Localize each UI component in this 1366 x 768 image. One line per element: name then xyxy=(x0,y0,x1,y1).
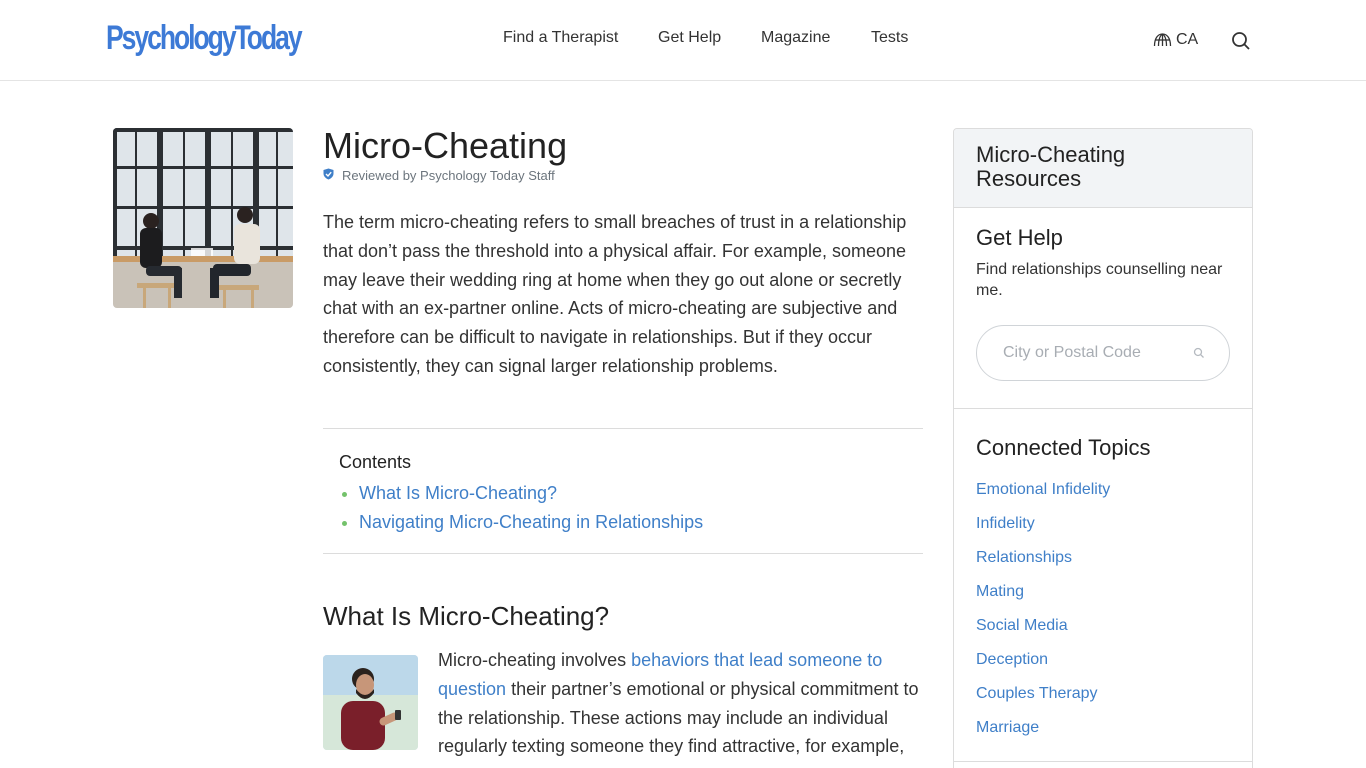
sidebar-header: Micro-Cheating Resources xyxy=(954,129,1252,208)
topic-link[interactable]: Infidelity xyxy=(976,507,1110,541)
contents-item-what-is[interactable]: What Is Micro-Cheating? xyxy=(339,479,703,508)
reviewed-by: Reviewed by Psychology Today Staff xyxy=(323,168,555,184)
sidebar-divider xyxy=(954,761,1252,762)
section-image xyxy=(323,655,418,750)
site-header: PsychologyToday Find a Therapist Get Hel… xyxy=(0,0,1366,81)
globe-icon xyxy=(1153,32,1172,48)
topic-link[interactable]: Relationships xyxy=(976,541,1110,575)
topic-link[interactable]: Couples Therapy xyxy=(976,677,1110,711)
location-search-input[interactable] xyxy=(1003,326,1193,380)
connected-topics-list: Emotional Infidelity Infidelity Relation… xyxy=(976,473,1110,745)
get-help-title: Get Help xyxy=(976,225,1063,250)
region-label: CA xyxy=(1176,31,1199,48)
sidebar-divider xyxy=(954,408,1252,409)
nav-tests[interactable]: Tests xyxy=(871,28,908,48)
nav-magazine[interactable]: Magazine xyxy=(761,28,830,48)
location-search-box xyxy=(976,325,1230,381)
page-title: Micro-Cheating xyxy=(323,125,568,166)
section-text-after: their partner’s emotional or physical co… xyxy=(438,678,919,757)
topic-link[interactable]: Mating xyxy=(976,575,1110,609)
topic-link[interactable]: Emotional Infidelity xyxy=(976,473,1110,507)
section-heading: What Is Micro-Cheating? xyxy=(323,601,610,631)
section-paragraph: Micro-cheating involves behaviors that l… xyxy=(438,646,928,761)
section-text-before: Micro-cheating involves xyxy=(438,650,632,670)
contents-title: Contents xyxy=(339,452,412,472)
contents-list: What Is Micro-Cheating? Navigating Micro… xyxy=(339,479,703,537)
contents-item-navigating[interactable]: Navigating Micro-Cheating in Relationshi… xyxy=(339,508,703,537)
table-of-contents: Contents What Is Micro-Cheating? Navigat… xyxy=(323,428,923,554)
shield-check-icon xyxy=(323,168,334,184)
connected-topics-title: Connected Topics xyxy=(976,435,1151,460)
get-help-description: Find relationships counselling near me. xyxy=(976,261,1223,299)
topic-link[interactable]: Social Media xyxy=(976,609,1110,643)
site-logo[interactable]: PsychologyToday xyxy=(106,19,303,57)
nav-find-a-therapist[interactable]: Find a Therapist xyxy=(503,28,618,48)
topic-link[interactable]: Deception xyxy=(976,643,1110,677)
article-intro: The term micro-cheating refers to small … xyxy=(323,212,907,376)
region-selector[interactable]: CA xyxy=(1153,30,1198,50)
search-icon[interactable] xyxy=(1231,31,1251,56)
nav-get-help[interactable]: Get Help xyxy=(658,28,721,48)
reviewed-text: Reviewed by Psychology Today Staff xyxy=(342,168,555,183)
topic-link[interactable]: Marriage xyxy=(976,711,1110,745)
article-hero-image xyxy=(113,128,293,308)
search-icon[interactable] xyxy=(1193,346,1205,364)
resources-sidebar: Micro-Cheating Resources Get Help Find r… xyxy=(953,128,1253,768)
sidebar-title: Micro-Cheating Resources xyxy=(976,142,1126,191)
